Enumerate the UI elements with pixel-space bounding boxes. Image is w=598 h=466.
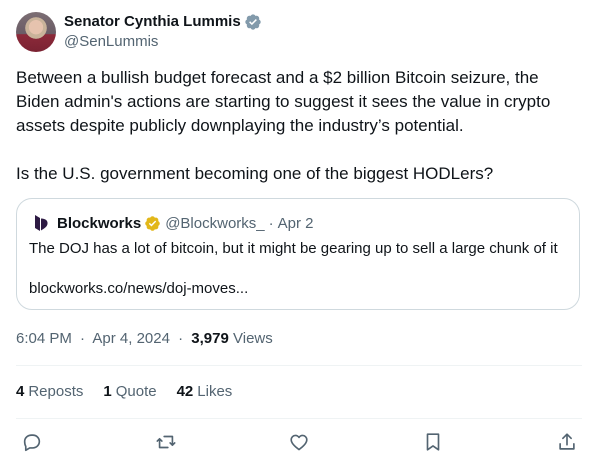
bookmark-button[interactable] (415, 424, 451, 460)
name-row: Senator Cynthia Lummis (64, 12, 262, 32)
verified-badge-icon[interactable] (244, 13, 262, 31)
likes-label: Likes (197, 383, 233, 400)
like-icon (290, 434, 308, 451)
share-button[interactable] (549, 424, 585, 460)
repost-button[interactable] (148, 424, 184, 460)
views-count: 3,979 (191, 330, 229, 347)
divider (16, 418, 582, 419)
author-names: Senator Cynthia Lummis @SenLummis (64, 12, 262, 52)
reply-icon (23, 434, 41, 452)
like-button[interactable] (281, 424, 317, 460)
author-handle[interactable]: @SenLummis (64, 32, 262, 52)
tweet-date[interactable]: Apr 4, 2024 (92, 330, 170, 347)
quotes-label: Quote (115, 383, 157, 400)
likes-count: 42 (176, 383, 194, 400)
tweet-text: Between a bullish budget forecast and a … (16, 68, 551, 183)
reposts-count: 4 (16, 383, 25, 400)
repost-icon (156, 435, 176, 449)
quoted-tweet-card[interactable]: Blockworks @Blockworks_ · Apr 2 The DOJ … (16, 198, 580, 310)
quoted-tweet-header: Blockworks @Blockworks_ · Apr 2 (31, 213, 313, 233)
avatar[interactable] (16, 12, 56, 52)
divider (16, 365, 582, 366)
reposts-label: Reposts (28, 383, 84, 400)
reposts-stat[interactable]: 4 Reposts (16, 382, 83, 402)
quoted-tweet-text: The DOJ has a lot of bitcoin, but it mig… (29, 240, 558, 257)
blockworks-logo-icon (35, 215, 48, 231)
quoted-date: Apr 2 (277, 214, 314, 232)
likes-stat[interactable]: 42 Likes (177, 382, 233, 402)
quoted-author-handle: @Blockworks_ (165, 214, 265, 232)
meta-separator: · (178, 330, 184, 347)
author-display-name[interactable]: Senator Cynthia Lummis (64, 12, 241, 32)
views-label: Views (233, 330, 273, 347)
quoted-tweet-link[interactable]: blockworks.co/news/doj-moves... (29, 279, 248, 299)
quotes-count: 1 (103, 383, 112, 400)
quoted-separator: · (268, 214, 274, 232)
tweet-header: Senator Cynthia Lummis @SenLummis (16, 12, 262, 52)
reply-button[interactable] (14, 424, 50, 460)
meta-separator: · (80, 330, 86, 347)
tweet-metadata: 6:04 PM · Apr 4, 2024 · 3,979 Views (16, 329, 273, 349)
share-icon (559, 433, 575, 450)
action-bar (12, 424, 582, 460)
gold-verified-badge-icon (145, 215, 160, 231)
engagement-stats: 4 Reposts 1 Quote 42 Likes (16, 382, 252, 402)
bookmark-icon (426, 433, 440, 451)
tweet-time[interactable]: 6:04 PM (16, 330, 72, 347)
quoted-author-name: Blockworks (57, 214, 142, 232)
quotes-stat[interactable]: 1 Quote (103, 382, 156, 402)
